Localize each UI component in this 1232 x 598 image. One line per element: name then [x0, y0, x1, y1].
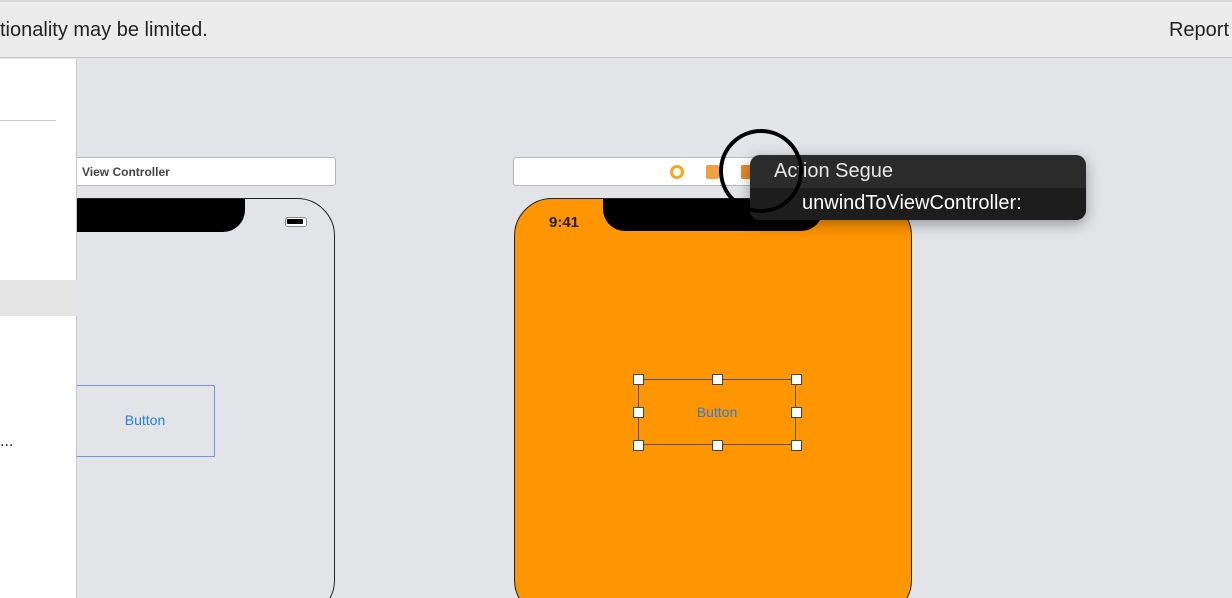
battery-icon: [285, 217, 307, 227]
storyboard-canvas[interactable]: View Controller Button 9:41 Button: [77, 59, 1232, 598]
tooltip-selected-row[interactable]: unwindToViewController:: [750, 188, 1086, 220]
resize-handle-bottom[interactable]: [712, 440, 723, 451]
sidebar-truncated-item[interactable]: ...: [0, 433, 13, 451]
report-button[interactable]: Report: [1169, 19, 1229, 42]
resize-handle-top[interactable]: [712, 374, 723, 385]
left-scene-title: View Controller: [82, 165, 170, 179]
left-scene-dock[interactable]: View Controller: [77, 157, 336, 186]
right-scene-button[interactable]: Button: [638, 379, 796, 445]
left-scene-button[interactable]: Button: [77, 385, 215, 457]
resize-handle-bottom-right[interactable]: [791, 440, 802, 451]
right-scene-phone[interactable]: 9:41 Button: [514, 198, 912, 598]
banner-message: tionality may be limited.: [0, 19, 208, 41]
warning-banner: tionality may be limited. Report: [0, 0, 1232, 58]
tooltip-subtitle: unwindToViewController:: [802, 192, 1022, 214]
resize-handle-bottom-left[interactable]: [633, 440, 644, 451]
status-bar-time: 9:41: [549, 214, 580, 231]
resize-handle-right[interactable]: [791, 407, 802, 418]
left-scene-phone[interactable]: Button: [77, 198, 335, 598]
first-responder-icon[interactable]: [706, 165, 719, 179]
document-outline-sidebar: ...: [0, 59, 77, 598]
resize-handle-top-right[interactable]: [791, 374, 802, 385]
resize-handle-left[interactable]: [633, 407, 644, 418]
view-controller-icon[interactable]: [670, 165, 684, 179]
click-indicator-ring: [719, 129, 803, 213]
sidebar-divider: [0, 120, 56, 121]
left-phone-notch: [77, 199, 245, 232]
resize-handle-top-left[interactable]: [633, 374, 644, 385]
sidebar-selected-row[interactable]: [0, 280, 77, 316]
